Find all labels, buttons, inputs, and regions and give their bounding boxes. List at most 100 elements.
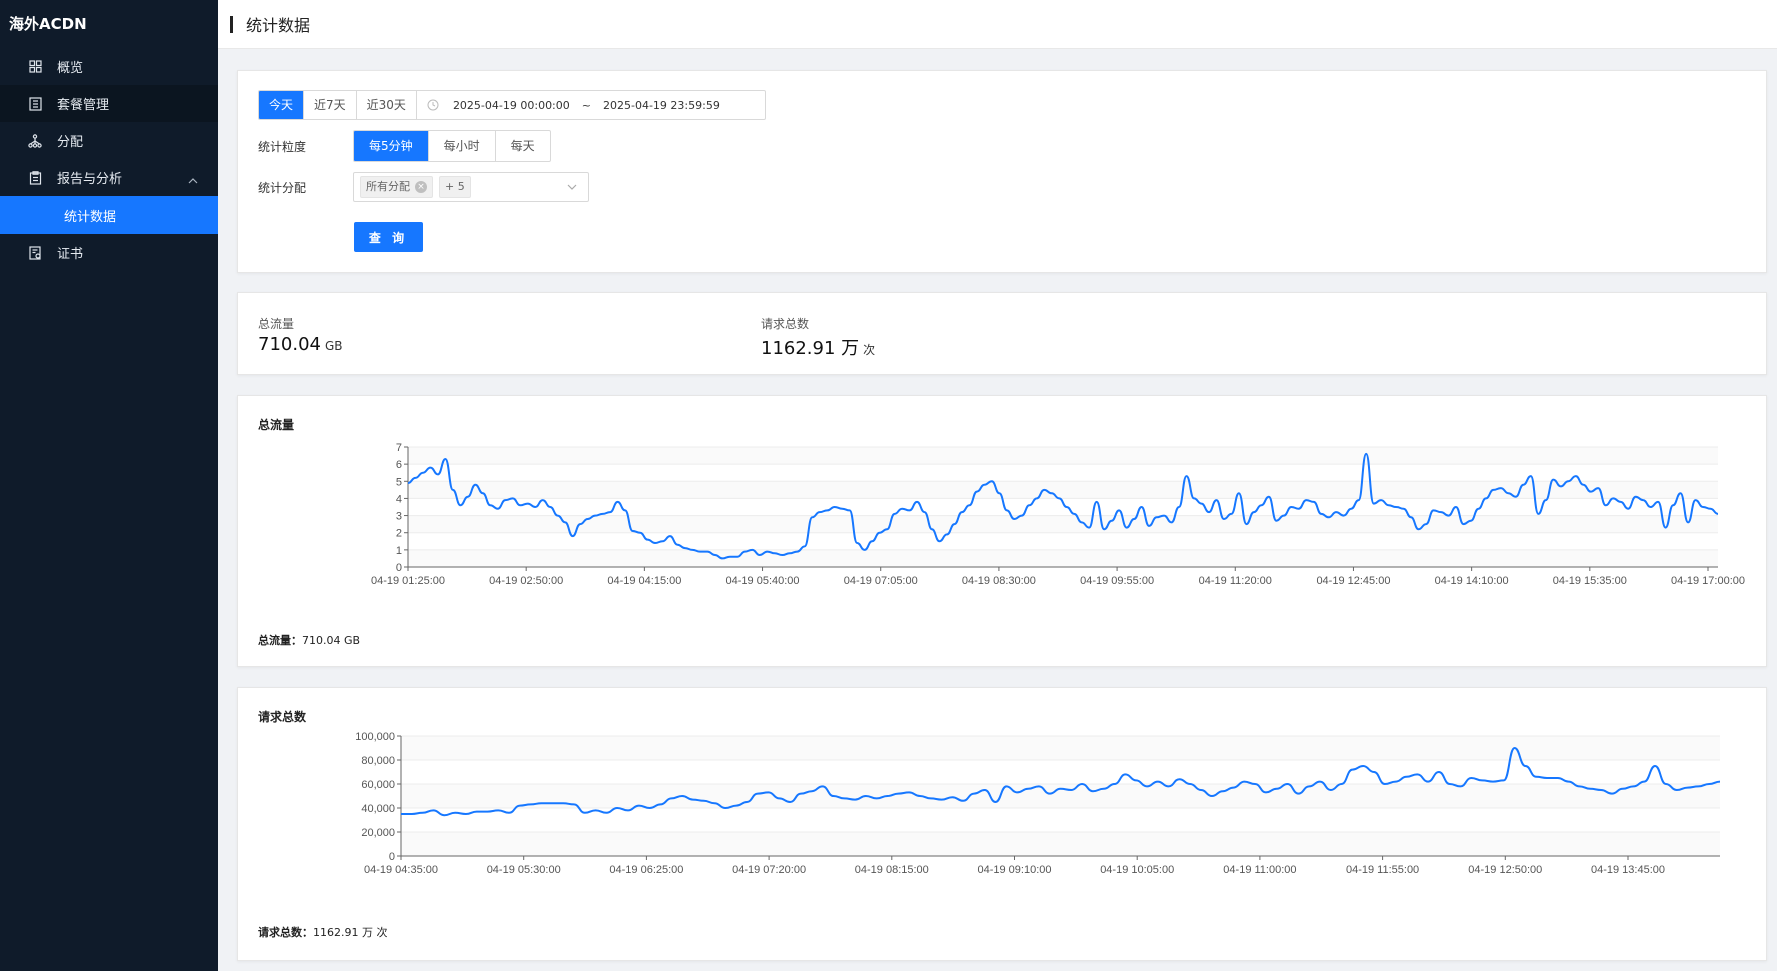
traffic-chart-card: 总流量 0 1 2 3 4 5 6 7 04-19 01:25:00 04-19 02:50:00… xyxy=(237,395,1767,667)
footer-value: 1162.91 万 次 xyxy=(313,926,388,939)
y-tick-label: 20,000 xyxy=(361,827,395,839)
series-line xyxy=(407,452,1719,560)
traffic-unit: GB xyxy=(324,339,343,353)
grid-band xyxy=(408,447,1718,465)
x-tick-label: 04-19 06:25:00 xyxy=(609,864,683,876)
sidebar-item-packages[interactable]: 套餐管理 xyxy=(0,85,218,122)
tag-label: 所有分配 xyxy=(366,180,410,193)
distribution-select[interactable]: 所有分配 × + 5 xyxy=(353,172,589,202)
y-tick-label: 5 xyxy=(396,476,402,488)
footer-label: 总流量： xyxy=(258,634,302,647)
x-tick-label: 04-19 07:05:00 xyxy=(844,575,918,587)
traffic-stat: 总流量 710.04 GB xyxy=(258,315,343,355)
y-tick-label: 0 xyxy=(396,562,402,574)
sidebar-item-label: 证书 xyxy=(57,247,84,262)
x-tick-label: 04-19 11:20:00 xyxy=(1199,575,1272,587)
range-today-button[interactable]: 今天 xyxy=(259,91,305,119)
y-tick-label: 40,000 xyxy=(361,803,395,815)
x-tick-label: 04-19 09:55:00 xyxy=(1080,575,1154,587)
x-tick-label: 04-19 08:15:00 xyxy=(855,864,929,876)
y-tick-label: 7 xyxy=(396,442,402,454)
distribution-label: 统计分配 xyxy=(258,180,307,195)
x-tick-label: 04-19 04:35:00 xyxy=(364,864,438,876)
more-tags-count: + 5 xyxy=(439,176,471,198)
footer-label: 请求总数： xyxy=(258,926,313,939)
y-tick-label: 100,000 xyxy=(355,731,395,743)
x-tick-label: 04-19 15:35:00 xyxy=(1553,575,1627,587)
x-tick-label: 04-19 02:50:00 xyxy=(489,575,563,587)
x-tick-label: 04-19 09:10:00 xyxy=(977,864,1051,876)
grid-band xyxy=(408,549,1718,567)
sidebar-item-distribution[interactable]: 分配 xyxy=(0,122,218,159)
end-datetime: 2025-04-19 23:59:59 xyxy=(602,98,720,112)
distribution-tag: 所有分配 × xyxy=(360,176,433,198)
granularity-selector: 每5分钟 每小时 每天 xyxy=(353,130,551,162)
date-range-selector: 今天 近7天 近30天 2025-04-19 00:00:00 ~ 2025-0… xyxy=(258,90,766,120)
requests-line-chart: 0 20,000 40,000 60,000 80,000 100,000 04-19 04… xyxy=(355,731,1721,876)
y-tick-label: 6 xyxy=(396,459,402,471)
chart-title: 总流量 xyxy=(258,418,295,432)
query-button[interactable]: 查 询 xyxy=(354,222,423,252)
grid-band xyxy=(401,784,1720,808)
clipboard-icon xyxy=(28,170,42,185)
sidebar-item-label: 概览 xyxy=(57,61,84,76)
x-tick-label: 04-19 04:15:00 xyxy=(607,575,681,587)
document-list-icon xyxy=(28,96,42,111)
chevron-up-icon xyxy=(188,173,198,188)
sidebar-item-certificates[interactable]: 证书 xyxy=(0,234,218,271)
y-tick-label: 3 xyxy=(396,511,402,523)
grid-icon xyxy=(28,60,42,74)
x-tick-label: 04-19 10:05:00 xyxy=(1100,864,1174,876)
x-tick-label: 04-19 11:00:00 xyxy=(1223,864,1296,876)
requests-label: 请求总数 xyxy=(761,317,810,331)
x-tick-label: 04-19 08:30:00 xyxy=(962,575,1036,587)
range-separator: ~ xyxy=(581,98,591,112)
date-range-picker[interactable]: 2025-04-19 00:00:00 ~ 2025-04-19 23:59:5… xyxy=(417,91,765,119)
x-tick-label: 04-19 07:20:00 xyxy=(732,864,806,876)
grid-band xyxy=(401,736,1720,760)
x-tick-label: 04-19 12:45:00 xyxy=(1316,575,1390,587)
requests-stat: 请求总数 1162.91 万次 xyxy=(761,315,875,360)
traffic-label: 总流量 xyxy=(258,317,295,331)
page-title: 统计数据 xyxy=(246,16,311,35)
summary-card: 总流量 710.04 GB 请求总数 1162.91 万次 xyxy=(237,292,1767,375)
granularity-hourly-button[interactable]: 每小时 xyxy=(429,131,496,161)
granularity-daily-button[interactable]: 每天 xyxy=(496,131,550,161)
y-tick-label: 4 xyxy=(396,493,402,505)
chart-footer: 总流量：710.04 GB xyxy=(258,632,360,648)
grid-band xyxy=(401,832,1720,856)
x-tick-label: 04-19 17:00:00 xyxy=(1671,575,1745,587)
x-tick-label: 04-19 13:45:00 xyxy=(1591,864,1665,876)
y-tick-label: 1 xyxy=(396,545,402,557)
requests-unit: 次 xyxy=(863,343,876,357)
sidebar: 海外ACDN 概览 套餐管理 分配 报告与分析 统计数据 证书 xyxy=(0,0,218,971)
tag-close-icon[interactable]: × xyxy=(415,181,427,193)
x-tick-label: 04-19 01:25:00 xyxy=(371,575,445,587)
footer-value: 710.04 GB xyxy=(302,634,361,647)
traffic-line-chart: 0 1 2 3 4 5 6 7 04-19 01:25:00 04-19 02:50:00 04-1… xyxy=(371,442,1745,587)
chevron-down-icon xyxy=(567,184,577,190)
traffic-value: 710.04 xyxy=(258,334,321,355)
x-tick-label: 04-19 12:50:00 xyxy=(1468,864,1542,876)
start-datetime: 2025-04-19 00:00:00 xyxy=(452,98,570,112)
page-header: 统计数据 xyxy=(218,0,1777,49)
hierarchy-icon xyxy=(28,133,42,148)
title-accent-bar xyxy=(230,15,233,33)
x-tick-label: 04-19 05:40:00 xyxy=(726,575,800,587)
range-7days-button[interactable]: 近7天 xyxy=(304,91,357,119)
certificate-icon xyxy=(28,245,42,260)
grid-band xyxy=(408,515,1718,533)
clock-icon xyxy=(427,99,439,111)
sidebar-item-label: 套餐管理 xyxy=(57,98,110,113)
sidebar-item-statistics[interactable]: 统计数据 xyxy=(0,196,218,234)
filter-card: 今天 近7天 近30天 2025-04-19 00:00:00 ~ 2025-0… xyxy=(237,70,1767,273)
y-tick-label: 60,000 xyxy=(361,779,395,791)
sidebar-item-overview[interactable]: 概览 xyxy=(0,48,218,85)
chart-title: 请求总数 xyxy=(258,710,307,724)
range-30days-button[interactable]: 近30天 xyxy=(357,91,417,119)
brand-title: 海外ACDN xyxy=(9,15,87,33)
y-tick-label: 80,000 xyxy=(361,755,395,767)
sidebar-item-reports[interactable]: 报告与分析 xyxy=(0,159,218,196)
x-tick-label: 04-19 05:30:00 xyxy=(487,864,561,876)
granularity-5min-button[interactable]: 每5分钟 xyxy=(354,131,429,161)
